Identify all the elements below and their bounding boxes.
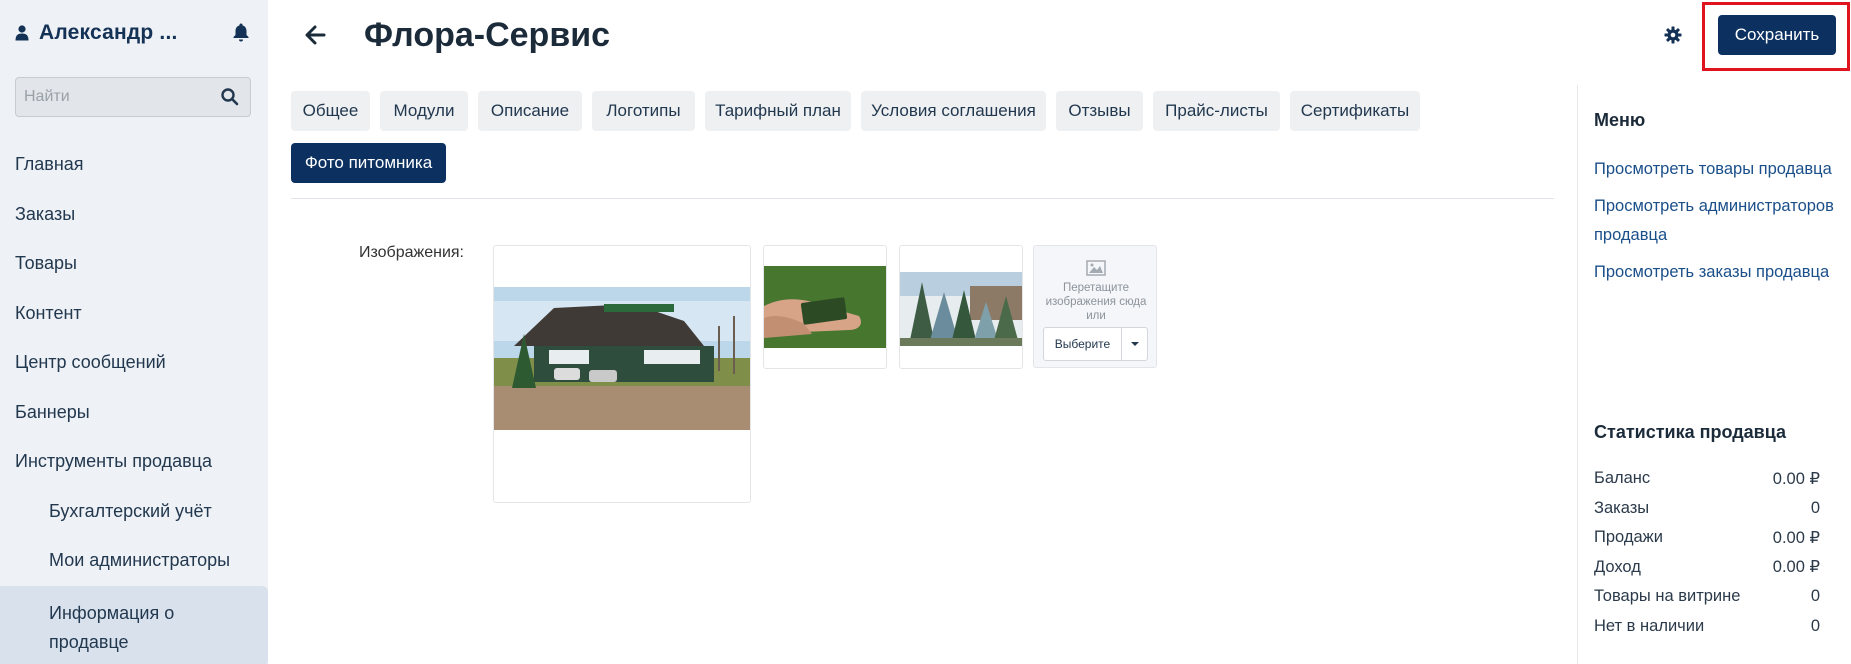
link-view-seller-orders[interactable]: Просмотреть заказы продавца bbox=[1594, 258, 1834, 288]
chevron-down-icon[interactable] bbox=[1122, 328, 1147, 360]
stat-value: 0.00 ₽ bbox=[1772, 528, 1820, 547]
stat-value: 0 bbox=[1810, 498, 1820, 517]
save-button[interactable]: Сохранить bbox=[1718, 15, 1836, 55]
tab-certificates[interactable]: Сертификаты bbox=[1290, 91, 1420, 131]
stat-row: Доход 0.00 ₽ bbox=[1594, 553, 1820, 583]
sidebar: Александр ... Главная Заказы Товары Конт… bbox=[0, 0, 268, 664]
gear-icon[interactable] bbox=[1664, 26, 1682, 44]
sidebar-item-message-center[interactable]: Центр сообщений bbox=[0, 338, 268, 388]
link-view-seller-products[interactable]: Просмотреть товары продавца bbox=[1594, 155, 1834, 185]
menu-links: Просмотреть товары продавца Просмотреть … bbox=[1594, 155, 1834, 294]
menu-title: Меню bbox=[1594, 110, 1646, 130]
stat-row: Товары на витрине 0 bbox=[1594, 582, 1820, 612]
sidebar-item-my-admins[interactable]: Мои администраторы bbox=[0, 536, 268, 586]
choose-file-button[interactable]: Выберите bbox=[1044, 328, 1122, 360]
user-icon bbox=[15, 25, 29, 41]
stat-value: 0 bbox=[1810, 587, 1820, 606]
bell-icon[interactable] bbox=[231, 22, 251, 42]
stat-label: Заказы bbox=[1594, 498, 1650, 517]
tab-modules[interactable]: Модули bbox=[380, 91, 468, 131]
tab-logos[interactable]: Логотипы bbox=[592, 91, 695, 131]
sidebar-item-label: Информация о продавце bbox=[49, 602, 175, 652]
sidebar-item-banners[interactable]: Баннеры bbox=[0, 388, 268, 438]
image-icon bbox=[1086, 260, 1106, 276]
image-thumbnail[interactable] bbox=[763, 245, 887, 369]
stat-value: 0 bbox=[1810, 616, 1820, 635]
tab-description[interactable]: Описание bbox=[478, 91, 582, 131]
seller-stats: Баланс 0.00 ₽ Заказы 0 Продажи 0.00 ₽ Доход… bbox=[1594, 464, 1820, 641]
stat-row: Нет в наличии 0 bbox=[1594, 612, 1820, 642]
user-name: Александр ... bbox=[39, 21, 178, 44]
back-arrow-icon[interactable] bbox=[305, 24, 327, 46]
page-title: Флора-Сервис bbox=[364, 16, 611, 54]
stat-label: Баланс bbox=[1594, 469, 1651, 488]
images-label: Изображения: bbox=[359, 244, 464, 261]
choose-file-dropdown: Выберите bbox=[1043, 327, 1148, 361]
stat-row: Продажи 0.00 ₽ bbox=[1594, 523, 1820, 553]
link-view-seller-admins[interactable]: Просмотреть администраторов продавца bbox=[1594, 192, 1834, 251]
right-column-divider bbox=[1577, 85, 1578, 664]
tab-agreement-terms[interactable]: Условия соглашения bbox=[861, 91, 1046, 131]
tab-reviews[interactable]: Отзывы bbox=[1056, 91, 1143, 131]
image-dropzone[interactable]: Перетащите изображения сюда или Выберите bbox=[1033, 245, 1157, 368]
search-icon[interactable] bbox=[220, 87, 240, 107]
tab-general[interactable]: Общее bbox=[291, 91, 370, 131]
image-thumbnail[interactable] bbox=[493, 245, 751, 503]
stat-value: 0.00 ₽ bbox=[1772, 469, 1820, 488]
tabs-divider bbox=[291, 198, 1554, 199]
search-input[interactable] bbox=[16, 78, 212, 116]
sidebar-item-accounting[interactable]: Бухгалтерский учёт bbox=[0, 487, 268, 537]
stat-row: Заказы 0 bbox=[1594, 494, 1820, 524]
stat-value: 0.00 ₽ bbox=[1772, 558, 1820, 577]
stat-label: Продажи bbox=[1594, 528, 1663, 547]
stat-label: Нет в наличии bbox=[1594, 616, 1705, 635]
tab-nursery-photos[interactable]: Фото питомника bbox=[291, 143, 446, 183]
tab-tariff-plan[interactable]: Тарифный план bbox=[705, 91, 851, 131]
sidebar-item-content[interactable]: Контент bbox=[0, 289, 268, 339]
sidebar-item-seller-info[interactable]: Информация о продавце bbox=[0, 585, 268, 664]
stat-label: Товары на витрине bbox=[1594, 587, 1741, 606]
sidebar-item-orders[interactable]: Заказы bbox=[0, 190, 268, 240]
nursery-building-photo bbox=[494, 287, 750, 430]
stat-row: Баланс 0.00 ₽ bbox=[1594, 464, 1820, 494]
sidebar-item-products[interactable]: Товары bbox=[0, 239, 268, 289]
sidebar-item-seller-tools[interactable]: Инструменты продавца bbox=[0, 437, 268, 487]
hands-card-photo bbox=[764, 266, 886, 348]
stats-title: Статистика продавца bbox=[1594, 422, 1787, 442]
image-thumbnail[interactable] bbox=[899, 245, 1023, 369]
conifers-photo bbox=[900, 272, 1022, 346]
sidebar-nav: Главная Заказы Товары Контент Центр сооб… bbox=[0, 140, 268, 664]
user-menu[interactable]: Александр ... bbox=[15, 18, 251, 48]
search-box bbox=[15, 77, 251, 117]
stat-label: Доход bbox=[1594, 557, 1641, 576]
sidebar-item-home[interactable]: Главная bbox=[0, 140, 268, 190]
dropzone-text: Перетащите изображения сюда или bbox=[1045, 282, 1147, 322]
tab-price-lists[interactable]: Прайс-листы bbox=[1153, 91, 1280, 131]
